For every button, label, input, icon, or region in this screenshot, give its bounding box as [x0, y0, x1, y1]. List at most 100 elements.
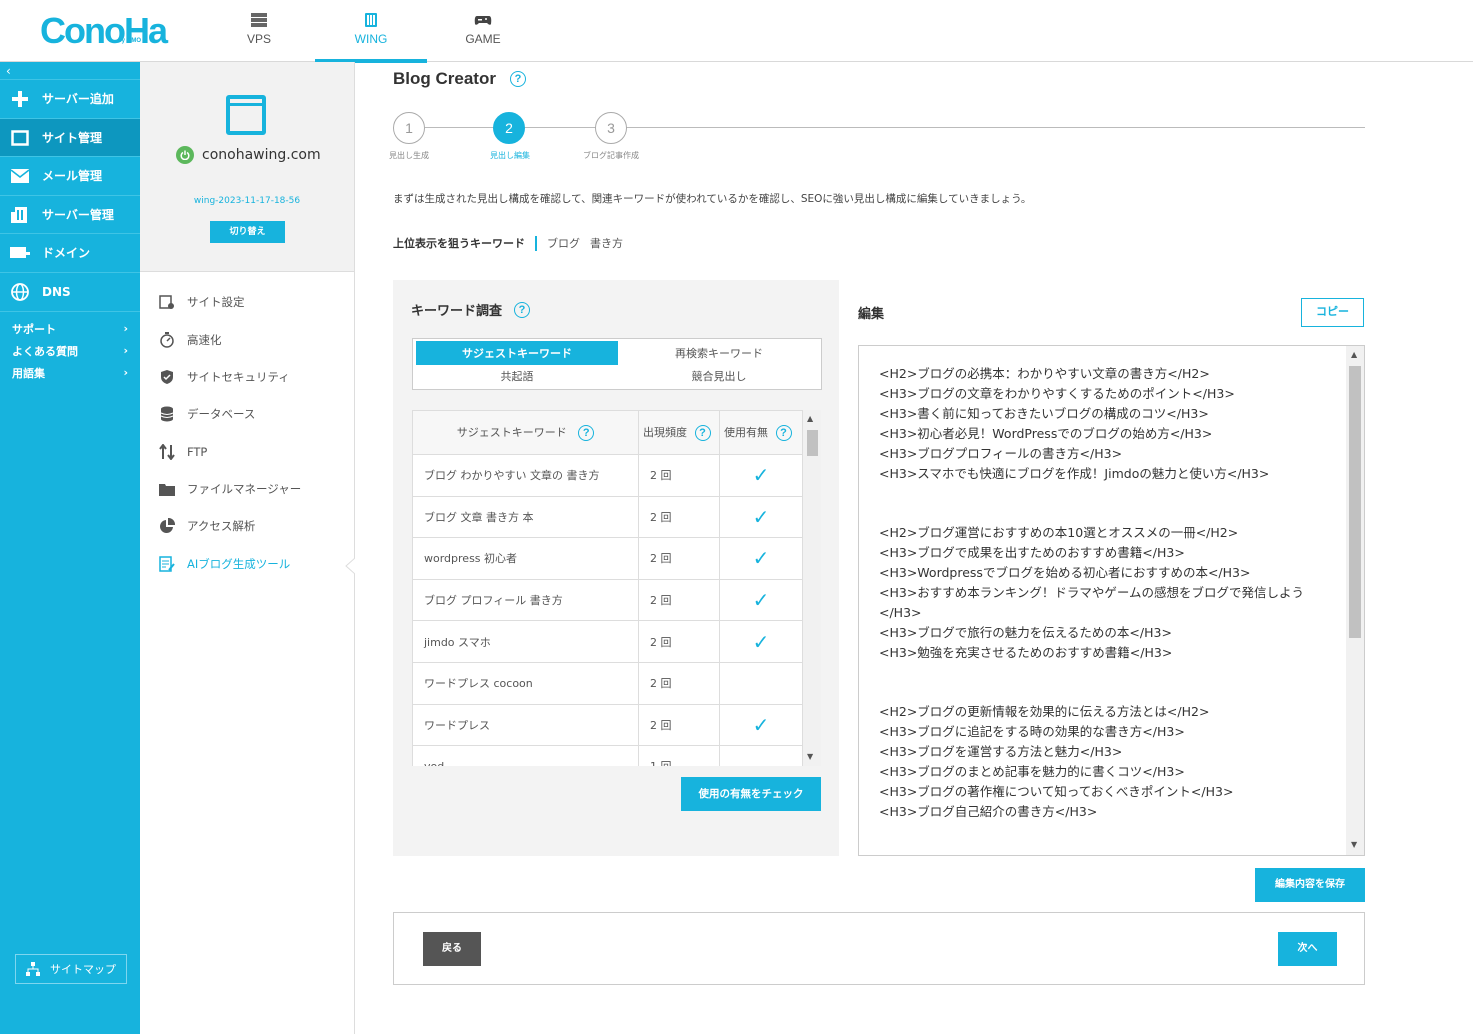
suggest-table-wrap: サジェストキーワード ? 出現頻度 ? 使用有無 ? ブログ わかりやすい 文章…	[412, 410, 821, 766]
menu-site-security[interactable]: サイトセキュリティ	[158, 367, 290, 387]
sidebar-item-domain[interactable]: ドメイン	[0, 233, 140, 271]
menu-access-analysis[interactable]: アクセス解析	[158, 516, 255, 536]
chevron-right-icon: ›	[123, 366, 128, 379]
table-scrollbar[interactable]: ▲ ▼	[803, 410, 821, 766]
pie-chart-icon	[158, 518, 176, 534]
table-row: jimdo スマホ 2 回 ✓	[412, 620, 803, 663]
footer-nav: 戻る 次へ	[393, 912, 1365, 985]
used-check-icon: ✓	[719, 454, 803, 497]
used-check-icon: ✓	[719, 578, 803, 622]
sidebar-item-mail[interactable]: メール管理	[0, 156, 140, 194]
sidebar-item-server-manage[interactable]: サーバー管理	[0, 195, 140, 233]
scroll-up-icon[interactable]: ▲	[807, 414, 813, 423]
frequency-cell: 2 回	[638, 454, 720, 497]
menu-site-settings[interactable]: サイト設定	[158, 292, 245, 312]
step-2: 2	[493, 112, 525, 144]
active-pointer	[345, 558, 355, 574]
topnav-vps[interactable]: VPS	[203, 0, 315, 62]
keyword-cell: jimdo スマホ	[412, 620, 639, 663]
keyword-tabs: サジェストキーワード 再検索キーワード 共起語 競合見出し	[412, 338, 822, 390]
tab-competitor-headings[interactable]: 競合見出し	[618, 364, 820, 388]
frequency-cell: 2 回	[638, 620, 720, 663]
keyword-research-panel: キーワード調査 ? サジェストキーワード 再検索キーワード 共起語 競合見出し …	[393, 280, 839, 856]
keyword-cell: ブログ 文章 書き方 本	[412, 495, 639, 539]
editor-scroll-thumb[interactable]	[1349, 366, 1361, 638]
editor-content[interactable]: <H2>ブログの必携本：わかりやすい文章の書き方</H2> <H3>ブログの文章…	[879, 364, 1339, 822]
switch-button[interactable]: 切り替え	[210, 221, 285, 243]
power-icon	[176, 146, 194, 164]
editor-title: 編集	[858, 307, 885, 322]
save-edit-button[interactable]: 編集内容を保存	[1255, 868, 1365, 902]
sitemap-button[interactable]: サイトマップ	[15, 954, 127, 984]
keyword-cell: ワードプレス	[412, 703, 639, 747]
database-icon	[158, 406, 176, 422]
site-id: wing-2023-11-17-18-56	[193, 196, 301, 206]
table-row: ワードプレス cocoon 2 回	[412, 661, 803, 705]
window-icon	[10, 129, 30, 147]
tab-suggest[interactable]: サジェストキーワード	[416, 341, 618, 365]
step-1: 1	[393, 112, 425, 144]
help-icon[interactable]: ?	[578, 425, 595, 441]
scroll-down-icon[interactable]: ▼	[1351, 840, 1357, 849]
step-3: 3	[595, 112, 627, 144]
main-content: Blog Creator ? 1 2 3 見出し生成 見出し編集 ブログ記事作成…	[355, 62, 1473, 1034]
server-icon	[251, 13, 267, 27]
sidebar-sub-support[interactable]: サポート ›	[0, 318, 140, 340]
next-button[interactable]: 次へ	[1278, 932, 1337, 966]
sidebar-sub-faq[interactable]: よくある質問 ›	[0, 340, 140, 362]
wing-icon	[365, 13, 377, 27]
tab-cooccurrence[interactable]: 共起語	[416, 364, 618, 388]
table-scroll-thumb[interactable]	[807, 430, 818, 456]
frequency-cell: 2 回	[638, 703, 720, 747]
frequency-cell: 2 回	[638, 661, 720, 705]
domain-icon	[10, 244, 30, 262]
conoha-logo[interactable]: ConoHa by GMO	[40, 10, 168, 52]
page-title: Blog Creator ?	[393, 69, 526, 89]
scroll-up-icon[interactable]: ▲	[1351, 350, 1357, 359]
used-check-icon	[719, 745, 803, 766]
used-check-icon: ✓	[719, 537, 803, 580]
back-button[interactable]: 戻る	[423, 932, 481, 966]
menu-ai-blog-tool[interactable]: AIブログ生成ツール	[158, 554, 290, 574]
help-icon[interactable]: ?	[694, 425, 711, 441]
keyword-cell: ワードプレス cocoon	[412, 661, 639, 705]
table-row: ブログ プロフィール 書き方 2 回 ✓	[412, 578, 803, 622]
site-name: conohawing.com	[176, 146, 321, 164]
step-3-label: ブログ記事作成	[583, 151, 639, 160]
menu-file-manager[interactable]: ファイルマネージャー	[158, 479, 301, 499]
chevron-right-icon: ›	[123, 322, 128, 335]
frequency-cell: 2 回	[638, 537, 720, 580]
topnav-wing[interactable]: WING	[315, 0, 427, 63]
table-row: vod1 回	[412, 745, 803, 766]
chevron-right-icon: ›	[123, 344, 128, 357]
editor-scrollbar[interactable]: ▲ ▼	[1346, 346, 1364, 855]
sidebar-sub-glossary[interactable]: 用語集 ›	[0, 362, 140, 384]
copy-button[interactable]: コピー	[1301, 298, 1364, 327]
tab-re-search[interactable]: 再検索キーワード	[618, 341, 820, 365]
table-row: wordpress 初心者 2 回 ✓	[412, 537, 803, 580]
menu-speed[interactable]: 高速化	[158, 330, 222, 350]
intro-text: まずは生成された見出し構成を確認して、関連キーワードが使われているかを確認し、S…	[393, 193, 1032, 205]
col-frequency: 出現頻度 ?	[638, 410, 720, 455]
sidebar-item-dns[interactable]: DNS	[0, 272, 140, 310]
scroll-down-icon[interactable]: ▼	[807, 752, 813, 761]
settings-icon	[158, 294, 176, 310]
chevron-left-icon[interactable]: ‹	[6, 64, 20, 78]
site-panel: conohawing.com wing-2023-11-17-18-56 切り替…	[140, 62, 355, 1034]
sidebar-item-server-add[interactable]: サーバー追加	[0, 79, 140, 117]
frequency-cell: 1 回	[638, 745, 720, 766]
frequency-cell: 2 回	[638, 578, 720, 622]
topnav-game[interactable]: GAME	[427, 0, 539, 62]
help-icon[interactable]: ?	[775, 425, 792, 441]
menu-ftp[interactable]: FTP	[158, 442, 207, 462]
heading-editor[interactable]: <H2>ブログの必携本：わかりやすい文章の書き方</H2> <H3>ブログの文章…	[858, 345, 1365, 856]
table-row: ブログ わかりやすい 文章の 書き方 2 回 ✓	[412, 454, 803, 497]
step-1-label: 見出し生成	[389, 151, 429, 160]
sidebar-item-site-manage[interactable]: サイト管理	[0, 118, 140, 156]
check-usage-button[interactable]: 使用の有無をチェック	[681, 777, 821, 811]
keyword-cell: vod	[412, 745, 639, 766]
help-icon[interactable]: ?	[514, 301, 531, 318]
menu-database[interactable]: データベース	[158, 404, 255, 424]
suggest-table: サジェストキーワード ? 出現頻度 ? 使用有無 ? ブログ わかりやすい 文章…	[412, 410, 803, 766]
help-icon[interactable]: ?	[509, 71, 526, 87]
